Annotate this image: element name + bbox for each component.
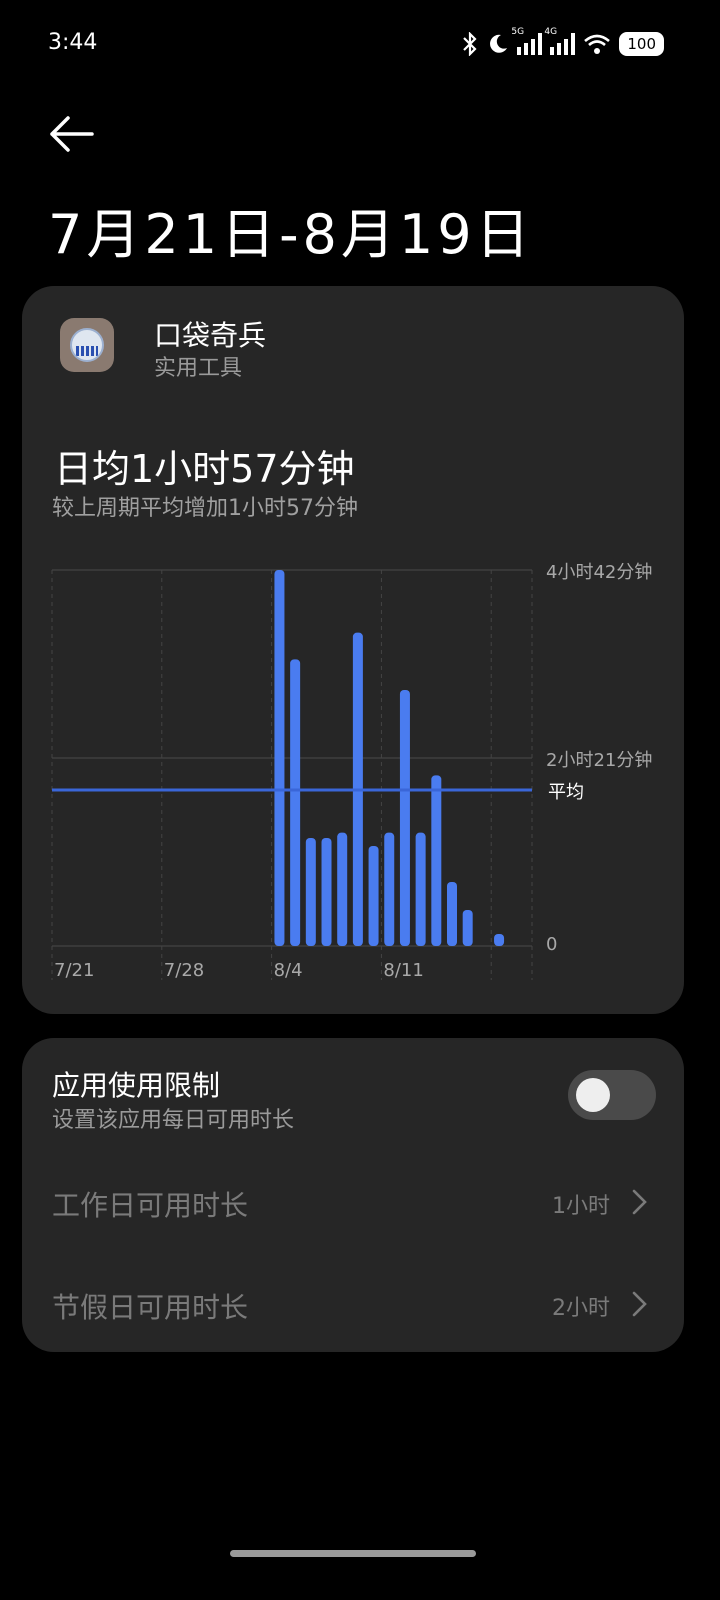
page-title: 7月21日-8月19日: [48, 203, 534, 266]
workday-limit-label: 工作日可用时长: [52, 1189, 249, 1222]
bluetooth-icon: [463, 32, 477, 56]
bar-8/14: [431, 775, 442, 946]
status-bar: 3:44 5G 4G 100: [0, 0, 720, 90]
usage-limit-toggle[interactable]: [568, 1070, 656, 1120]
usage-limit-subtitle: 设置该应用每日可用时长: [52, 1108, 295, 1133]
signal-4g-icon: 4G: [544, 27, 576, 55]
holiday-limit-value: 2小时: [552, 1296, 610, 1321]
holiday-limit-row[interactable]: 节假日可用时长 2小时: [52, 1274, 656, 1334]
app-category: 实用工具: [154, 356, 243, 381]
y-tick-zero: 0: [546, 934, 558, 955]
app-icon: [60, 318, 114, 372]
usage-card: 口袋奇兵 实用工具 日均1小时57分钟 较上周期平均增加1小时57分钟 7/21…: [22, 286, 684, 1014]
home-indicator[interactable]: [230, 1550, 476, 1557]
wifi-icon: [584, 34, 611, 54]
app-name: 口袋奇兵: [154, 319, 267, 352]
toggle-knob: [576, 1078, 610, 1112]
daily-average: 日均1小时57分钟: [54, 447, 355, 491]
bar-8/15: [447, 882, 457, 946]
signal-5g-icon: 5G: [511, 27, 543, 55]
average-label: 平均: [548, 782, 584, 803]
network-4g-label: 4G: [544, 27, 558, 37]
app-logo-icon: [70, 328, 104, 362]
x-tick-label: 7/21: [54, 960, 94, 981]
y-tick-mid: 2小时21分钟: [546, 750, 653, 771]
bar-8/5: [290, 659, 301, 946]
status-time: 3:44: [48, 30, 98, 55]
bar-8/7: [321, 838, 332, 946]
chevron-right-icon: [632, 1291, 647, 1317]
bar-8/8: [337, 832, 348, 946]
battery-indicator: 100: [619, 32, 664, 56]
usage-chart: 7/21 7/28 8/4 8/11 4小时42分钟 2小时21分钟 平均 0: [22, 556, 684, 996]
comparison-text: 较上周期平均增加1小时57分钟: [52, 496, 358, 521]
bar-8/13: [415, 832, 426, 946]
workday-limit-row[interactable]: 工作日可用时长 1小时: [52, 1172, 656, 1232]
bar-8/6: [305, 838, 316, 946]
bar-8/12: [399, 690, 410, 946]
x-tick-label: 8/4: [274, 960, 303, 981]
bar-8/11: [384, 832, 395, 946]
workday-limit-value: 1小时: [552, 1194, 610, 1219]
back-button[interactable]: [44, 108, 100, 158]
x-tick-label: 8/11: [383, 960, 423, 981]
status-icons: 5G 4G 100: [461, 27, 664, 58]
holiday-limit-label: 节假日可用时长: [52, 1291, 249, 1324]
bar-8/10: [368, 846, 379, 946]
usage-limit-card: 应用使用限制 设置该应用每日可用时长 工作日可用时长 1小时 节假日可用时长 2…: [22, 1038, 684, 1352]
back-arrow-icon: [50, 116, 94, 152]
bar-8/18: [494, 934, 505, 946]
usage-limit-title: 应用使用限制: [52, 1069, 221, 1102]
moon-icon: [490, 34, 508, 53]
network-5g-label: 5G: [511, 27, 525, 37]
bar-8/16: [462, 910, 473, 946]
chevron-right-icon: [632, 1189, 647, 1215]
x-tick-label: 7/28: [164, 960, 204, 981]
bar-8/4: [274, 570, 285, 946]
y-tick-max: 4小时42分钟: [546, 562, 653, 583]
usage-bar-chart: 7/21 7/28 8/4 8/11: [51, 569, 533, 981]
